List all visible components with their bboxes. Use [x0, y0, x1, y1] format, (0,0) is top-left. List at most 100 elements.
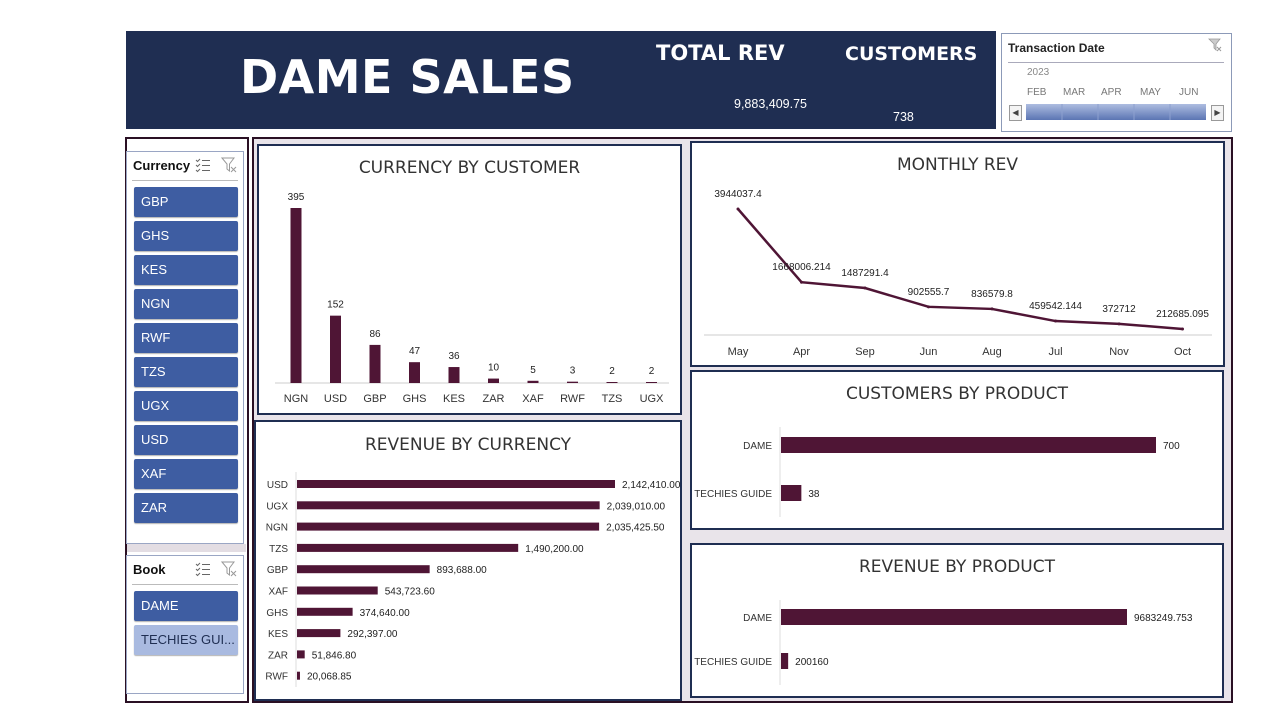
data-label: 2,035,425.50 [606, 523, 665, 534]
timeline-month[interactable]: FEB [1027, 87, 1046, 98]
slicer-item-currency[interactable]: KES [134, 255, 238, 285]
x-tick-label: Jul [1048, 346, 1062, 358]
data-label: 51,846.80 [312, 650, 357, 661]
data-label: 1487291.4 [841, 268, 889, 279]
bar [369, 344, 381, 383]
data-point [990, 307, 994, 311]
currency-by-customer-panel: CURRENCY BY CUSTOMER 395 NGN 152 USD 86 GBP 47… [257, 144, 682, 415]
slicer-item-currency[interactable]: NGN [134, 289, 238, 319]
data-point [1054, 319, 1057, 323]
slicer-item-book[interactable]: DAME [134, 591, 238, 621]
data-label: 459542.144 [1029, 301, 1082, 312]
total-rev-value: 9,883,409.75 [734, 97, 807, 111]
data-label: 38 [808, 489, 820, 500]
data-label: 152 [327, 300, 344, 311]
data-label: 1,490,200.00 [525, 544, 584, 555]
data-label: 1668006.214 [772, 262, 831, 273]
revenue-by-product-chart: DAME 9683249.753 TECHIES GUIDE 200160 [694, 600, 1193, 685]
bar [781, 609, 1127, 625]
bar [297, 607, 353, 616]
bar [781, 485, 802, 501]
data-label: 2 [649, 366, 655, 377]
timeline-month[interactable]: JUN [1179, 87, 1198, 98]
multi-select-icon[interactable] [195, 561, 211, 580]
data-point [1117, 322, 1121, 326]
book-slicer[interactable]: Book DAME TECHIES GUI... [126, 555, 244, 694]
data-point [736, 207, 740, 211]
bar [781, 653, 789, 669]
slicer-item-book[interactable]: TECHIES GUI... [134, 625, 238, 655]
bar [330, 315, 341, 383]
timeline-month[interactable]: MAY [1140, 87, 1161, 98]
x-tick-label: Sep [855, 346, 875, 358]
timeline-title: Transaction Date [1008, 41, 1105, 55]
x-tick-label: ZAR [483, 393, 505, 405]
timeline-scroll-left-icon[interactable]: ◀ [1009, 105, 1022, 121]
x-tick-label: NGN [284, 393, 309, 405]
y-tick-label: XAF [269, 587, 288, 598]
slicer-item-currency[interactable]: GHS [134, 221, 238, 251]
bar [297, 501, 600, 510]
slicer-item-currency[interactable]: TZS [134, 357, 238, 387]
x-tick-label: Oct [1174, 346, 1191, 358]
timeline-scroll-right-icon[interactable]: ▶ [1211, 105, 1224, 121]
data-label: 836579.8 [971, 289, 1013, 300]
currency-slicer[interactable]: Currency GBP GHS KES NGN RWF TZS UGX USD XAF ZAR [126, 151, 244, 544]
customers-value: 738 [893, 110, 914, 124]
bar [297, 480, 615, 488]
data-label: 292,397.00 [347, 629, 397, 640]
timeline-selection-bar[interactable] [1026, 104, 1206, 120]
timeline-month[interactable]: MAR [1063, 87, 1085, 98]
data-label: 36 [448, 351, 460, 362]
y-tick-label: GHS [266, 608, 288, 619]
slicer-item-currency[interactable]: GBP [134, 187, 238, 217]
y-tick-label: TECHIES GUIDE [694, 489, 772, 500]
bar [297, 671, 300, 680]
data-label: 2 [609, 366, 615, 377]
y-tick-label: ZAR [268, 650, 288, 661]
total-rev-label: TOTAL REV [656, 41, 785, 65]
slicer-item-currency[interactable]: ZAR [134, 493, 238, 523]
bar [646, 382, 657, 383]
data-label: 9683249.753 [1134, 613, 1193, 624]
slicer-divider [132, 584, 238, 585]
x-tick-label: KES [443, 393, 465, 405]
data-label: 374,640.00 [360, 608, 410, 619]
slicer-item-currency[interactable]: RWF [134, 323, 238, 353]
bar [527, 380, 539, 383]
transaction-date-timeline[interactable]: Transaction Date 2023 FEB MAR APR MAY JU… [1001, 33, 1232, 132]
y-tick-label: USD [267, 480, 288, 491]
currency-slicer-title: Currency [133, 158, 191, 173]
multi-select-icon[interactable] [195, 157, 211, 176]
timeline-year: 2023 [1027, 67, 1050, 78]
dashboard-title: DAME SALES [240, 50, 575, 104]
slicer-item-currency[interactable]: USD [134, 425, 238, 455]
bar [297, 565, 430, 574]
data-label: 395 [288, 192, 305, 203]
bar [606, 382, 618, 383]
currency-by-customer-chart: 395 NGN 152 USD 86 GBP 47 GHS 36 KES 10 ZAR 5 XAF 3 RWF… [275, 192, 669, 405]
customers-by-product-panel: CUSTOMERS BY PRODUCT DAME 700 TECHIES GUID… [690, 370, 1224, 530]
y-tick-label: TECHIES GUIDE [694, 657, 772, 668]
revenue-by-currency-chart: USD 2,142,410.00 UGX 2,039,010.00 NGN 2,035,4… [265, 472, 680, 687]
data-label: 3 [570, 366, 576, 377]
x-tick-label: GBP [363, 393, 386, 405]
x-tick-label: TZS [602, 393, 623, 405]
y-tick-label: NGN [266, 523, 288, 534]
slicer-item-currency[interactable]: XAF [134, 459, 238, 489]
y-tick-label: UGX [266, 501, 288, 512]
x-tick-label: Apr [793, 346, 810, 358]
x-tick-label: Jun [920, 346, 938, 358]
data-label: 2,142,410.00 [622, 480, 680, 491]
clear-filter-icon[interactable] [220, 561, 237, 580]
funnel-clear-icon[interactable] [1208, 38, 1222, 55]
timeline-month[interactable]: APR [1101, 87, 1122, 98]
data-point [1181, 327, 1184, 331]
data-label: 200160 [795, 657, 829, 668]
revenue-by-currency-panel: REVENUE BY CURRENCY USD 2,142,410.00 UGX 2,… [254, 420, 682, 701]
slicer-item-currency[interactable]: UGX [134, 391, 238, 421]
x-tick-label: Aug [982, 346, 1002, 358]
slicer-divider [132, 180, 238, 181]
clear-filter-icon[interactable] [220, 157, 237, 176]
data-label: 902555.7 [908, 287, 950, 298]
